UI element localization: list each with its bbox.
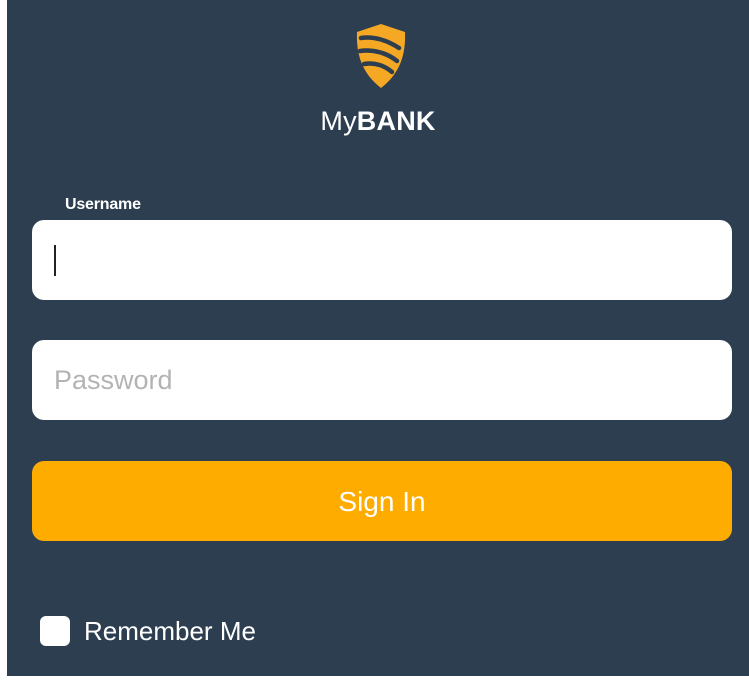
remember-me-toggle[interactable]: Remember Me bbox=[40, 614, 256, 648]
login-panel: MyBANK Username Sign In Remember Me bbox=[7, 0, 749, 676]
username-input[interactable] bbox=[32, 220, 732, 300]
brand-name-light: My bbox=[320, 106, 357, 136]
text-caret bbox=[54, 245, 56, 276]
brand-name-bold: BANK bbox=[356, 106, 436, 136]
logo: MyBANK bbox=[7, 22, 749, 142]
username-field-container[interactable] bbox=[32, 220, 732, 300]
password-input[interactable] bbox=[32, 340, 732, 420]
sign-in-button[interactable]: Sign In bbox=[32, 461, 732, 541]
password-field-container[interactable] bbox=[32, 340, 732, 420]
shield-icon bbox=[356, 24, 406, 88]
username-label: Username bbox=[65, 196, 141, 213]
brand-name: MyBANK bbox=[7, 106, 749, 137]
remember-me-label: Remember Me bbox=[84, 615, 256, 646]
remember-me-checkbox[interactable] bbox=[40, 616, 70, 646]
